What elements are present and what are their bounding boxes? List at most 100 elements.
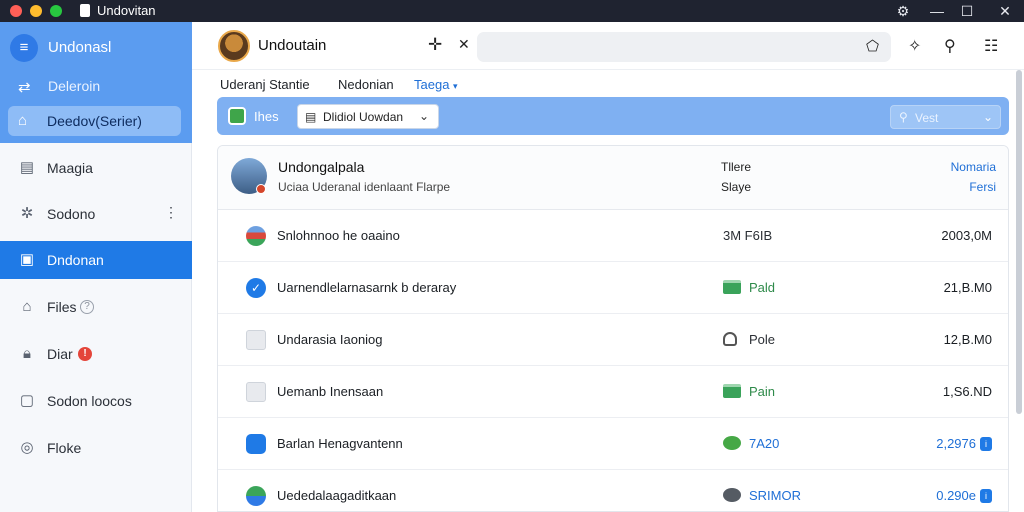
close-tab-icon[interactable]: ✕ — [458, 36, 470, 53]
chevron-down-icon: ⌄ — [419, 109, 430, 123]
table-row[interactable]: Snlohnnoo he oaaino 3M F6IB 2003,0M — [218, 210, 1008, 262]
new-tab-icon[interactable]: ✛ — [428, 35, 442, 55]
menu-icon[interactable]: ☷ — [984, 36, 998, 56]
sidebar-header: ≡ Undonasl ⇄ Deleroin ⌂ Deedov(Serier) — [0, 22, 192, 143]
row-name: Undarasia Iaoniog — [277, 332, 383, 347]
row-name: Snlohnnoo he oaaino — [277, 228, 400, 243]
table-row[interactable]: Barlan Henagvantenn 7A20 2,2976 i — [218, 418, 1008, 470]
sidebar-item-label: Dndonan — [47, 252, 104, 268]
row-size: 0.290e — [936, 488, 976, 503]
sidebar-item-diar[interactable]: 🔒︎ Diar ! — [0, 335, 192, 373]
check-icon: ✓ — [246, 278, 266, 298]
sidebar-item-home[interactable]: ⌂ Deedov(Serier) — [8, 106, 181, 136]
brand-name: Undonasl — [48, 39, 112, 56]
column-header[interactable]: Nomaria — [951, 160, 996, 174]
row-size: 21,B.M0 — [943, 280, 992, 295]
scrollbar[interactable] — [1016, 70, 1022, 414]
toolbar: Ihes ▤ Dlidiol Uowdan ⌄ ⚲ Vest ⌄ — [217, 97, 1009, 135]
toolbar-search[interactable]: ⚲ Vest ⌄ — [890, 105, 1001, 129]
page-title: Undoutain — [258, 37, 327, 54]
sidebar-item-label: Sodon loocos — [47, 393, 132, 409]
close-window-button[interactable] — [10, 5, 22, 17]
inbox-icon: ▤ — [19, 159, 35, 176]
window-title: Undovitan — [97, 3, 156, 18]
app-icon — [246, 434, 266, 454]
flag-icon — [246, 226, 266, 246]
sidebar-item-maagia[interactable]: ▤ Maagia — [0, 149, 192, 187]
shuffle-icon: ⇄ — [18, 79, 31, 96]
view-select-value: Dlidiol Uowdan — [323, 110, 404, 124]
home-icon: ⌂ — [18, 112, 28, 129]
table-row[interactable]: Undarasia Iaoniog Pole 12,B.M0 — [218, 314, 1008, 366]
column-header[interactable]: Fersi — [969, 180, 996, 194]
globe-icon: ◎ — [20, 439, 34, 456]
help-icon[interactable]: ? — [80, 300, 94, 314]
lock-icon — [723, 332, 737, 346]
view-select[interactable]: ▤ Dlidiol Uowdan ⌄ — [297, 104, 439, 129]
maximize-icon[interactable]: ☐ — [958, 2, 976, 20]
close-icon[interactable]: ✕ — [996, 2, 1014, 20]
tab-nedonian[interactable]: Nedonian — [338, 77, 394, 92]
row-status: Pain — [749, 384, 776, 399]
status-icon — [723, 280, 741, 294]
more-vertical-icon[interactable]: ⋮ — [164, 204, 178, 221]
row-status: 7A20 — [749, 436, 780, 451]
chevron-down-icon: ⌄ — [983, 110, 994, 124]
row-status: Pald — [749, 280, 776, 295]
zoom-window-button[interactable] — [50, 5, 62, 17]
table-row[interactable]: Uemanb Inensaan Pain 1,S6.ND — [218, 366, 1008, 418]
status-badge — [256, 184, 266, 194]
settings-icon: ✲ — [20, 205, 34, 222]
sidebar-item-files[interactable]: ⌂ Files ? — [0, 288, 192, 326]
search-icon[interactable]: ⚲ — [944, 36, 956, 56]
row-size: 12,B.M0 — [943, 332, 992, 347]
list-header: Undongalpala Uciaa Uderanal idenlaant Fl… — [218, 146, 1008, 210]
sidebar: ≡ Undonasl ⇄ Deleroin ⌂ Deedov(Serier) ▤… — [0, 22, 192, 512]
book-icon: ▣ — [19, 251, 35, 268]
search-input[interactable]: ⬠ — [477, 32, 891, 62]
bookmark-icon[interactable]: ⬠ — [866, 37, 879, 55]
sidebar-item-label: Maagia — [47, 160, 93, 176]
minimize-icon[interactable]: — — [928, 2, 946, 20]
sidebar-item-label: Diar — [47, 346, 73, 362]
list-title: Undongalpala — [278, 159, 365, 175]
sidebar-item-label: Sodono — [47, 206, 96, 222]
sparkle-icon[interactable]: ✧ — [908, 36, 921, 56]
document-icon[interactable] — [228, 107, 246, 125]
table-row[interactable]: Uededalaagaditkaan SRIMOR 0.290e i — [218, 470, 1008, 511]
toolbar-search-placeholder: Vest — [915, 111, 939, 125]
note-icon: ▢ — [19, 392, 35, 409]
tab-taega[interactable]: Taega ▾ — [414, 77, 458, 92]
list-icon: ▤ — [305, 110, 317, 124]
row-status: Pole — [749, 332, 776, 347]
sidebar-item-sodon-loocos[interactable]: ▢ Sodon loocos — [0, 382, 192, 420]
toolbar-label: Ihes — [254, 109, 279, 124]
row-status: 3M F6IB — [723, 228, 773, 243]
sidebar-section-label[interactable]: Deleroin — [48, 78, 100, 94]
sidebar-item-label: Floke — [47, 440, 82, 456]
avatar[interactable] — [218, 30, 250, 62]
settings-icon[interactable]: ⚙ — [894, 2, 912, 20]
column-header[interactable]: Tllere — [721, 160, 751, 174]
sidebar-item-floke[interactable]: ◎ Floke — [0, 429, 192, 467]
row-name: Barlan Henagvantenn — [277, 436, 403, 451]
leaf-icon — [723, 436, 741, 450]
sidebar-item-sodono[interactable]: ✲ Sodono ⋮ — [0, 195, 192, 233]
status-icon — [723, 488, 741, 502]
minimize-window-button[interactable] — [30, 5, 42, 17]
column-header[interactable]: Slaye — [721, 180, 751, 194]
file-icon: ⌂ — [22, 298, 32, 315]
alert-icon[interactable]: ! — [78, 347, 92, 361]
tab-uderanj-stantie[interactable]: Uderanj Stantie — [220, 77, 310, 92]
document-icon — [246, 330, 266, 350]
table-row[interactable]: ✓ Uarnendlelarnasarnk b deraray Pald 21,… — [218, 262, 1008, 314]
tab-label: Taega — [414, 77, 450, 92]
brand-logo-icon: ≡ — [10, 34, 38, 62]
sidebar-item-dndonan[interactable]: ▣ Dndonan — [0, 241, 192, 279]
sidebar-item-label: Files — [47, 299, 77, 315]
chevron-down-icon: ▾ — [453, 81, 458, 91]
info-icon[interactable]: i — [980, 437, 992, 451]
search-icon: ⚲ — [899, 110, 908, 124]
info-icon[interactable]: i — [980, 489, 992, 503]
list-subtitle: Uciaa Uderanal idenlaant Flarpe — [278, 180, 451, 194]
